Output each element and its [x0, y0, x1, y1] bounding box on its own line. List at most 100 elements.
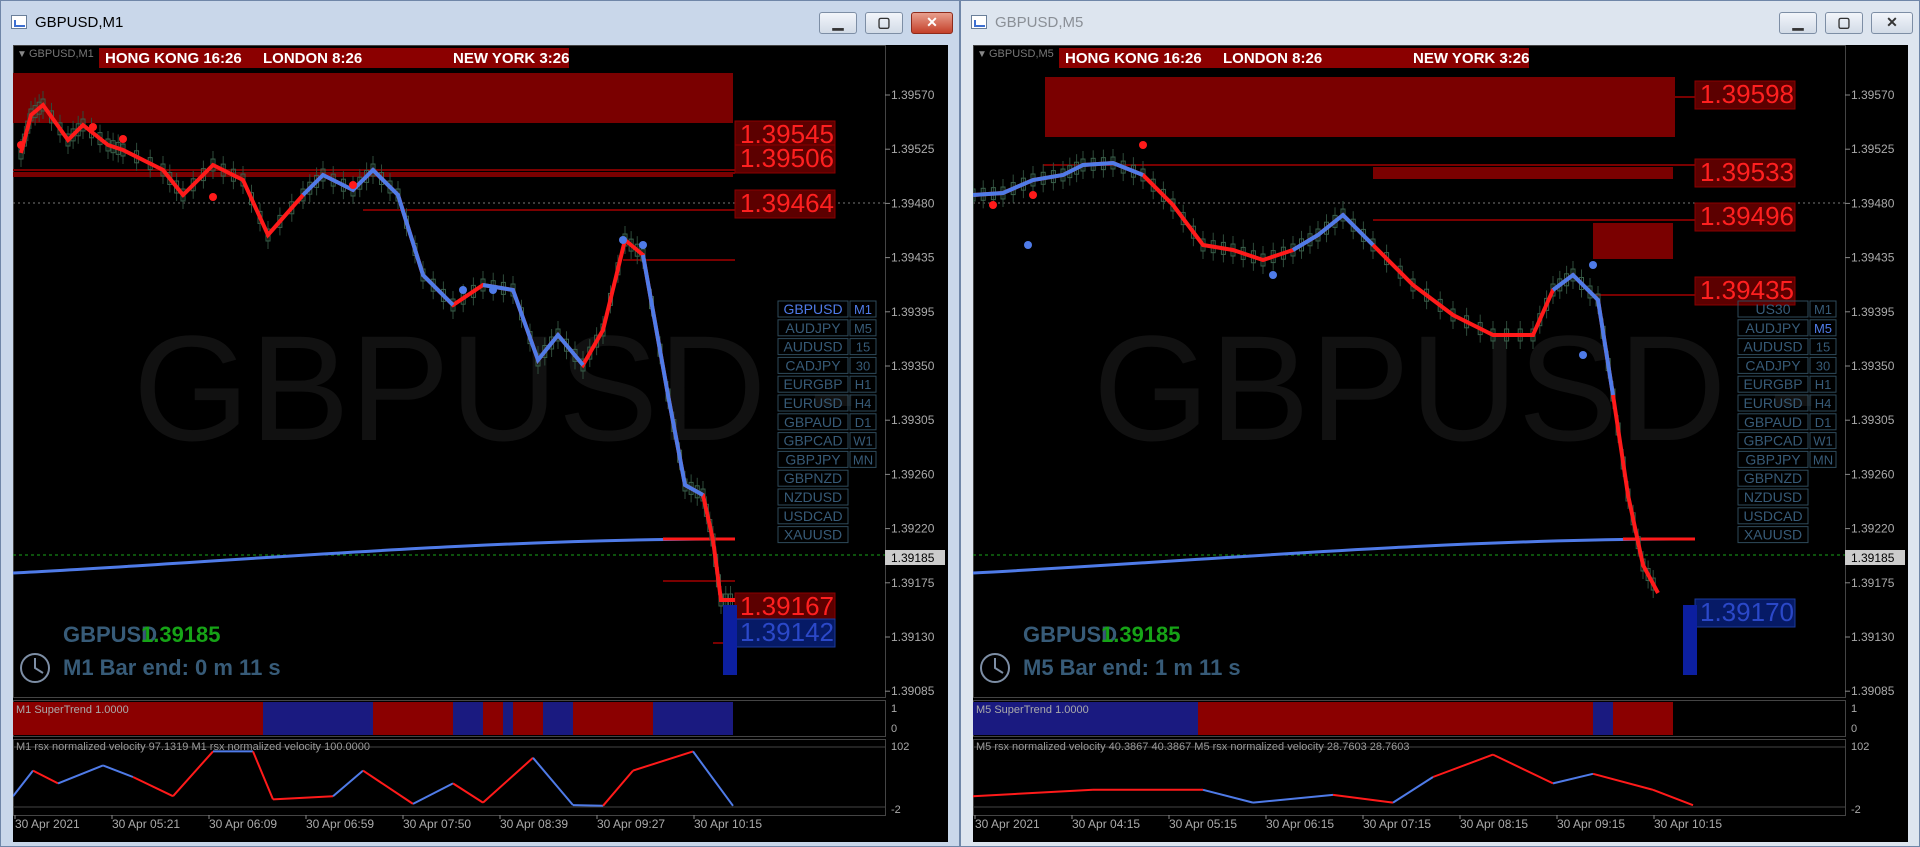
chart-canvas[interactable]: GBPUSD - 1.39570 1.39525 1.39480 1.39435 1.3…: [13, 45, 948, 842]
symbol-button-label[interactable]: XAUUSD: [1744, 527, 1802, 543]
chart-window-icon: [11, 15, 27, 29]
rsx-velocity-line: [572, 804, 604, 807]
chart-symbol-label: GBPUSD,M1: [29, 48, 94, 60]
price-axis-label: 1.39260: [1851, 467, 1895, 481]
timeframe-button-label[interactable]: W1: [853, 434, 873, 449]
price-axis-label: 1.39525: [891, 142, 935, 156]
symbol-button-label[interactable]: GBPAUD: [1744, 414, 1802, 430]
window-titlebar[interactable]: GBPUSD,M1 ▁ ▢ ✕: [1, 1, 959, 45]
chart-canvas[interactable]: GBPUSD - 1.39570 1.39525 1.39480 1.39435 1.3…: [973, 45, 1908, 842]
minimize-button[interactable]: ▁: [819, 12, 857, 34]
timeframe-button-label[interactable]: M5: [854, 321, 872, 336]
timeframe-button-label[interactable]: H1: [855, 377, 872, 392]
time-axis-label: 30 Apr 10:15: [694, 817, 762, 831]
supertrend-block: [573, 702, 653, 735]
timeframe-button-label[interactable]: M1: [854, 302, 872, 317]
symbol-button-label[interactable]: GBPUSD: [783, 301, 842, 317]
chart-area[interactable]: GBPUSD - 1.39570 1.39525 1.39480 1.39435 1.3…: [973, 45, 1908, 842]
time-axis-label: 30 Apr 05:15: [1169, 817, 1237, 831]
symbol-button-label[interactable]: GBPJPY: [785, 451, 841, 467]
maximize-button[interactable]: ▢: [1825, 12, 1863, 34]
symbol-button-label[interactable]: EURGBP: [783, 376, 842, 392]
price-axis-label: 1.39175: [1851, 576, 1895, 590]
supertrend-block: [453, 702, 483, 735]
time-axis-label: 30 Apr 06:15: [1266, 817, 1334, 831]
price-axis-label: 1.39085: [1851, 684, 1895, 698]
session-hong-kong: HONG KONG 16:26: [105, 50, 242, 67]
symbol-button-label[interactable]: CADJPY: [785, 357, 841, 373]
symbol-button-label[interactable]: NZDUSD: [1744, 489, 1802, 505]
symbol-button-label[interactable]: NZDUSD: [784, 489, 842, 505]
symbol-button-label[interactable]: AUDUSD: [1743, 339, 1802, 355]
symbol-watermark: GBPUSD -: [1093, 304, 1818, 472]
symbol-button-label[interactable]: EURUSD: [1743, 395, 1802, 411]
time-axis-label: 30 Apr 08:15: [1460, 817, 1528, 831]
chart-menu-arrow-icon[interactable]: ▼: [17, 49, 27, 60]
symbol-button-label[interactable]: GBPCAD: [1743, 433, 1802, 449]
close-button[interactable]: ✕: [911, 12, 953, 34]
time-axis-label: 30 Apr 2021: [975, 817, 1040, 831]
info-price: 1.39185: [1101, 622, 1181, 647]
price-axis-label: 1.39350: [891, 359, 935, 373]
supertrend-block: [373, 702, 453, 735]
timeframe-button-label[interactable]: M1: [1814, 302, 1832, 317]
symbol-button-label[interactable]: GBPNZD: [784, 470, 842, 486]
symbol-button-label[interactable]: CADJPY: [1745, 357, 1801, 373]
symbol-button-label[interactable]: XAUUSD: [784, 527, 842, 543]
level-label: 1.39533: [1700, 157, 1794, 187]
symbol-button-label[interactable]: GBPJPY: [1745, 451, 1801, 467]
supertrend-axis-label: 1: [891, 703, 897, 715]
timeframe-button-label[interactable]: 15: [1816, 340, 1830, 355]
session-london: LONDON 8:26: [1223, 50, 1322, 67]
price-axis-label: 1.39175: [891, 576, 935, 590]
chart-menu-arrow-icon[interactable]: ▼: [977, 49, 987, 60]
symbol-button-label[interactable]: AUDJPY: [785, 320, 841, 336]
window-titlebar[interactable]: GBPUSD,M5 ▁ ▢ ✕: [961, 1, 1919, 45]
supertrend-block: [653, 702, 733, 735]
supertrend-label: M5 SuperTrend 1.0000: [976, 704, 1089, 716]
symbol-button-label[interactable]: USDCAD: [1743, 508, 1802, 524]
time-axis-label: 30 Apr 10:15: [1654, 817, 1722, 831]
timeframe-button-label[interactable]: D1: [1815, 415, 1832, 430]
timeframe-button-label[interactable]: MN: [853, 452, 873, 467]
maximize-button[interactable]: ▢: [865, 12, 903, 34]
signal-dot: [1589, 261, 1597, 269]
symbol-button-label[interactable]: GBPAUD: [784, 414, 842, 430]
minimize-button[interactable]: ▁: [1779, 12, 1817, 34]
symbol-button-label[interactable]: EURGBP: [1743, 376, 1802, 392]
chart-window-gbpusd-m5[interactable]: GBPUSD,M5 ▁ ▢ ✕ GBPUSD - 1.39570 1.39525 1…: [960, 0, 1920, 847]
chart-symbol-label: GBPUSD,M5: [989, 48, 1054, 60]
symbol-button-label[interactable]: GBPCAD: [783, 433, 842, 449]
price-axis-label: 1.39130: [1851, 630, 1895, 644]
timeframe-button-label[interactable]: H4: [1815, 396, 1832, 411]
chart-window-gbpusd-m1[interactable]: GBPUSD,M1 ▁ ▢ ✕ GBPUSD - 1.39570 1.39525 1…: [0, 0, 960, 847]
symbol-button-label[interactable]: USDCAD: [783, 508, 842, 524]
timeframe-button-label[interactable]: M5: [1814, 321, 1832, 336]
chart-area[interactable]: GBPUSD - 1.39570 1.39525 1.39480 1.39435 1.3…: [13, 45, 948, 842]
supply-zone: [13, 73, 733, 123]
close-icon: ✕: [926, 14, 938, 30]
symbol-button-label[interactable]: AUDJPY: [1745, 320, 1801, 336]
timeframe-button-label[interactable]: 15: [856, 340, 870, 355]
timeframe-button-label[interactable]: MN: [1813, 452, 1833, 467]
timeframe-button-label[interactable]: 30: [1816, 358, 1830, 373]
time-axis-label: 30 Apr 05:21: [112, 817, 180, 831]
timeframe-button-label[interactable]: 30: [856, 358, 870, 373]
price-axis-label: 1.39220: [1851, 522, 1895, 536]
symbol-button-label[interactable]: EURUSD: [783, 395, 842, 411]
symbol-button-label[interactable]: AUDUSD: [783, 339, 842, 355]
symbol-button-label[interactable]: US30: [1755, 301, 1790, 317]
timeframe-button-label[interactable]: H1: [1815, 377, 1832, 392]
timeframe-button-label[interactable]: D1: [855, 415, 872, 430]
signal-dot: [639, 241, 647, 249]
symbol-button-label[interactable]: GBPNZD: [1744, 470, 1802, 486]
supply-zone: [1593, 223, 1673, 259]
close-button[interactable]: ✕: [1871, 12, 1913, 34]
current-price-label: 1.39185: [1851, 551, 1895, 565]
timeframe-button-label[interactable]: H4: [855, 396, 872, 411]
time-axis-label: 30 Apr 08:39: [500, 817, 568, 831]
timeframe-button-label[interactable]: W1: [1813, 434, 1833, 449]
maximize-icon: ▢: [877, 14, 891, 30]
rsx-axis-label: -2: [1851, 804, 1861, 816]
rsx-axis-label: 102: [1851, 741, 1869, 753]
